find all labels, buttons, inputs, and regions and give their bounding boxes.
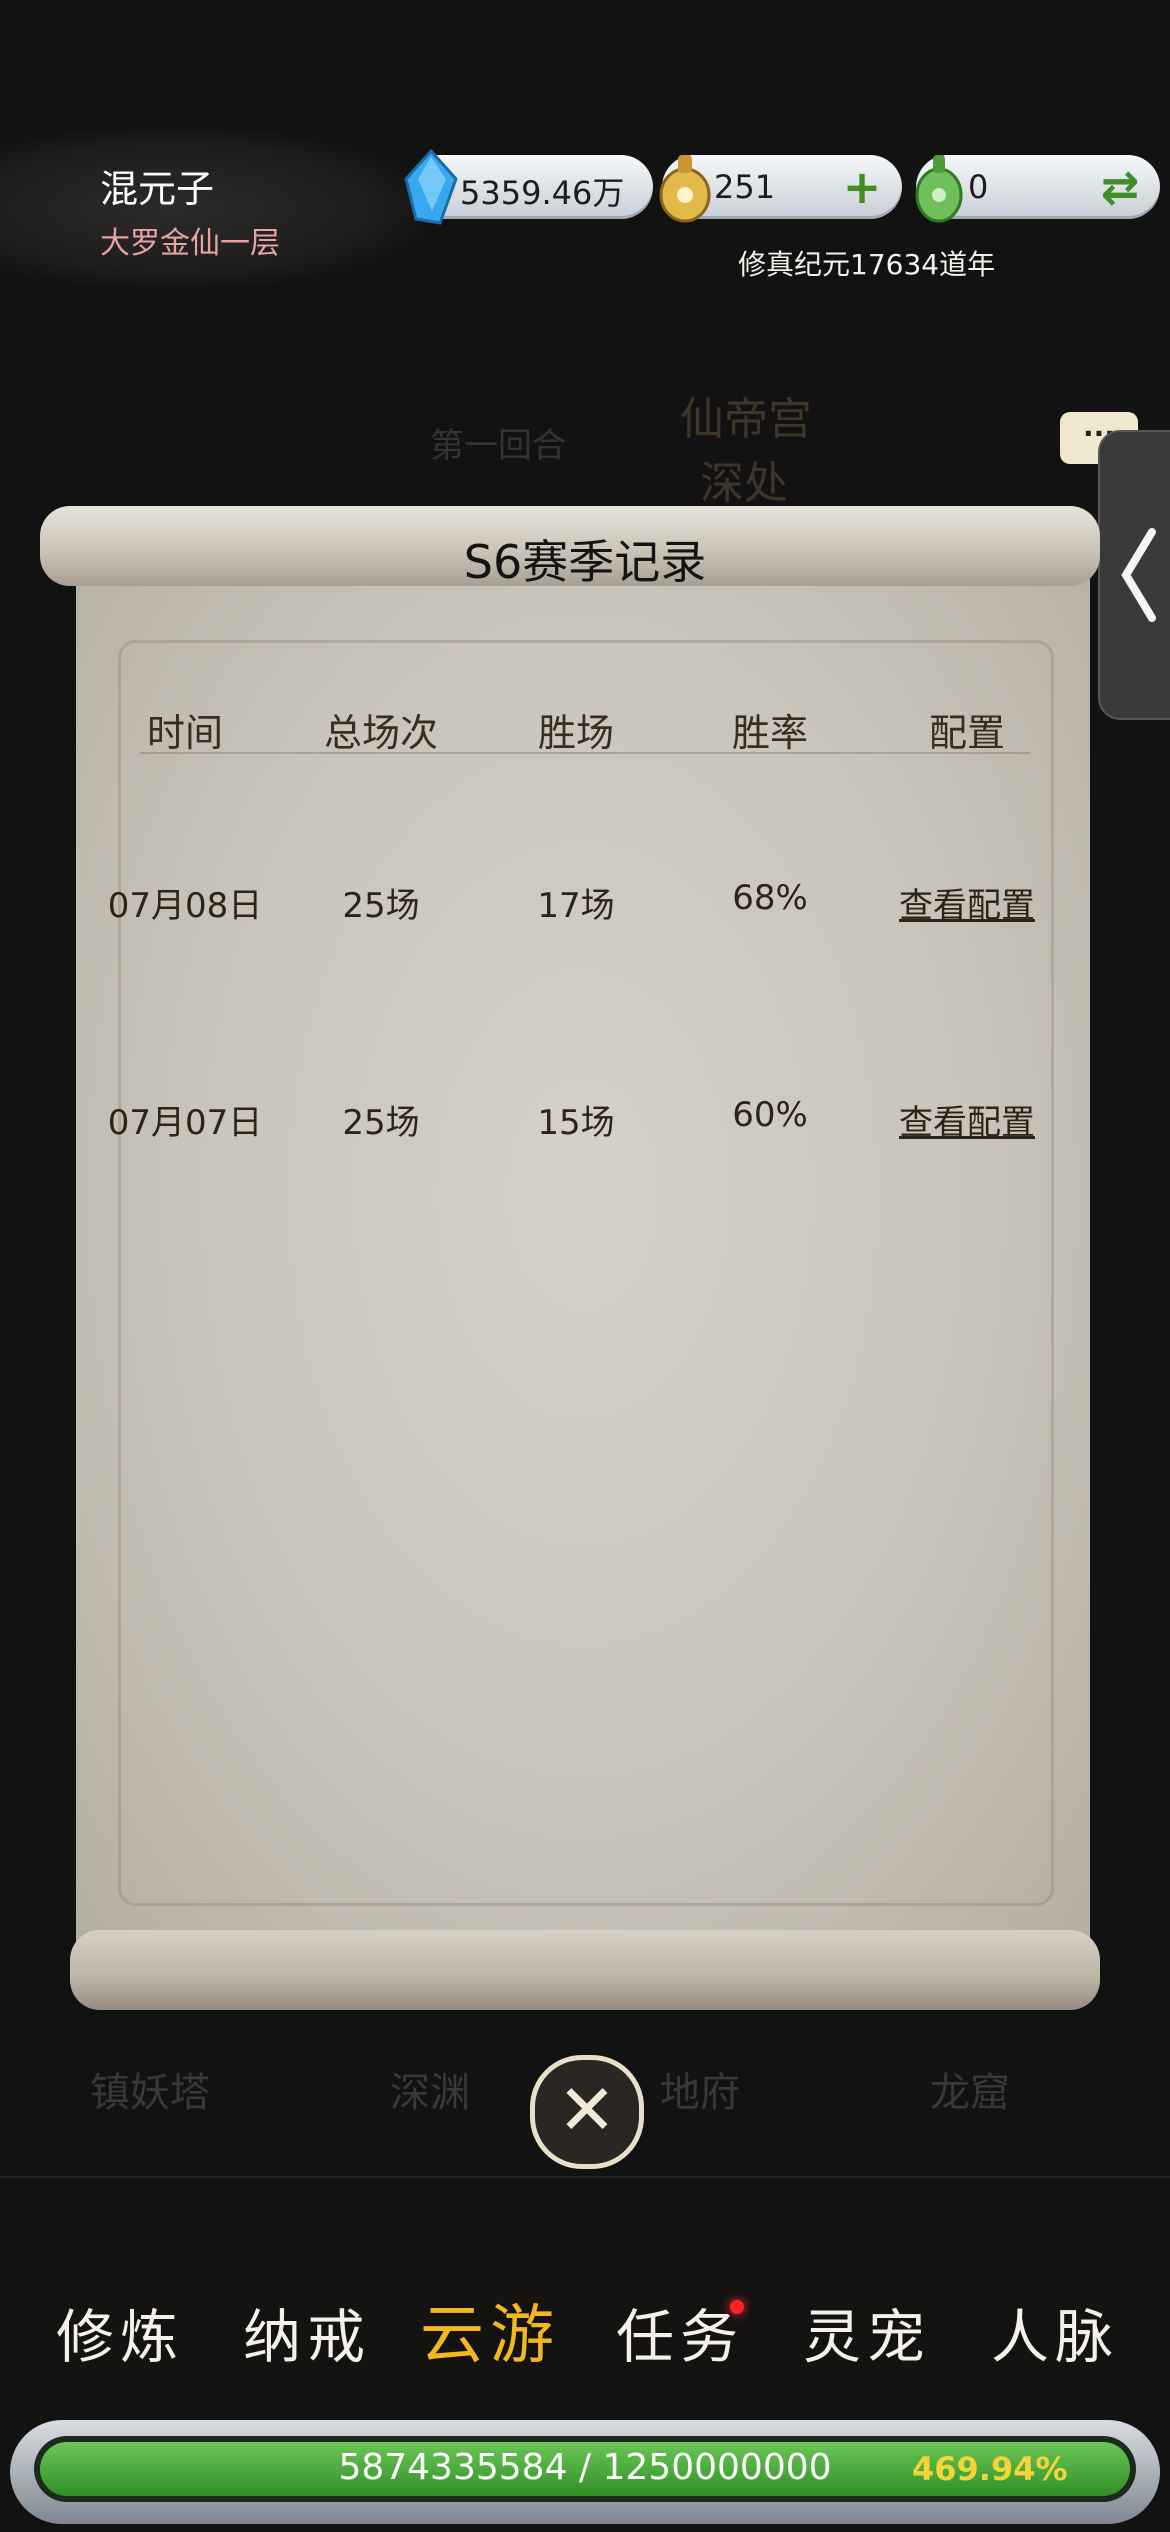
column-header-winrate: 胜率 [731,711,808,755]
gold-resource: 251 + [659,155,902,223]
player-realm: 大罗金仙一层 [100,226,280,261]
row-total: 25场 [342,1103,420,1143]
location-underworld[interactable]: 地府 [660,2060,740,2118]
jade-resource: 0 ⇄ [915,155,1160,223]
add-gold-button[interactable]: + [840,164,884,210]
view-config-link[interactable]: 查看配置 [872,1095,1062,1144]
spirit-stone-icon [404,149,458,225]
view-config-link[interactable]: 查看配置 [872,878,1062,927]
row-date: 07月07日 [107,1103,263,1143]
scroll-title: S6赛季记录 [463,535,707,589]
player-panel[interactable] [0,128,430,288]
scroll-bottom-roller [70,1930,1100,2010]
nav-cultivate[interactable]: 修炼 [35,2290,205,2374]
column-header-total: 总场次 [323,711,438,755]
gold-coin-icon [659,155,711,223]
notification-dot [730,2300,744,2314]
close-button[interactable]: ✕ [530,2055,644,2169]
column-header-wins: 胜场 [537,711,614,755]
jade-value: 0 [968,168,989,206]
row-wins: 17场 [537,886,615,926]
jade-icon [915,155,963,223]
row-winrate: 68% [732,878,808,918]
spirit-stone-resource: 5359.46万 [404,149,653,225]
row-wins: 15场 [537,1103,615,1143]
exchange-jade-button[interactable]: ⇄ [1098,164,1142,210]
location-dragon-cave[interactable]: 龙窟 [930,2060,1010,2118]
row-date: 07月08日 [107,886,263,926]
battle-round-label: 第一回合 [430,426,566,466]
spirit-stone-value: 5359.46万 [460,174,625,212]
exp-percent: 469.94% [912,2450,1068,2488]
era-year: 修真纪元17634道年 [738,248,996,281]
scroll-ornament-frame [118,640,1054,1906]
row-total: 25场 [342,886,420,926]
location-title: 仙帝宫 深处 [680,388,812,516]
gold-value: 251 [714,168,776,206]
nav-contacts[interactable]: 人脉 [970,2290,1140,2374]
location-abyss[interactable]: 深渊 [390,2060,470,2118]
nav-storage-ring[interactable]: 纳戒 [222,2290,392,2374]
location-zhenyao-tower[interactable]: 镇妖塔 [90,2060,210,2118]
header-divider [140,752,1030,754]
player-name: 混元子 [100,167,215,211]
nav-pets[interactable]: 灵宠 [782,2290,952,2374]
column-header-config: 配置 [928,711,1005,755]
row-winrate: 60% [732,1095,808,1135]
location-title-line1: 仙帝宫 [680,394,812,445]
column-header-time: 时间 [146,711,223,755]
nav-travel[interactable]: 云游 [405,2284,575,2376]
